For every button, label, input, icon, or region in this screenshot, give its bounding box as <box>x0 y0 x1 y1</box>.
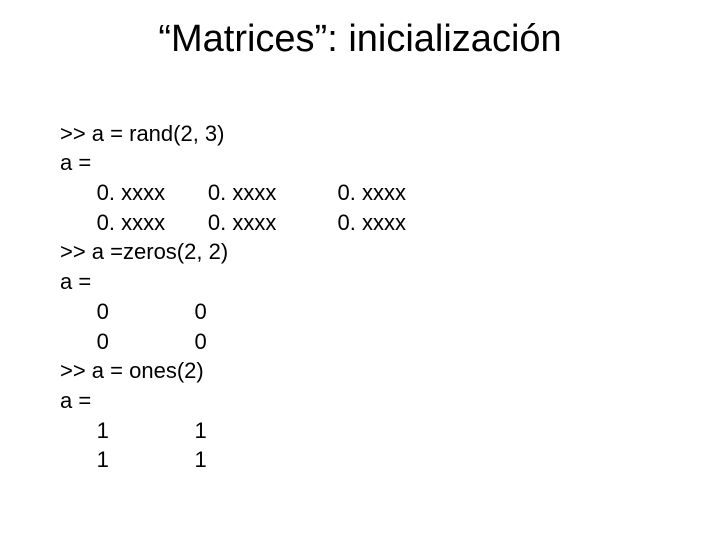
code-line: a = <box>60 388 91 413</box>
code-line: 0 0 <box>60 299 207 324</box>
code-line: >> a = rand(2, 3) <box>60 121 225 146</box>
code-line: 0. xxxx 0. xxxx 0. xxxx <box>60 180 406 205</box>
slide: “Matrices”: inicialización >> a = rand(2… <box>0 0 720 540</box>
code-line: >> a = ones(2) <box>60 358 204 383</box>
code-line: >> a =zeros(2, 2) <box>60 239 228 264</box>
code-line: 1 1 <box>60 447 207 472</box>
code-line: 0. xxxx 0. xxxx 0. xxxx <box>60 210 406 235</box>
code-line: a = <box>60 269 91 294</box>
code-line: 1 1 <box>60 418 207 443</box>
code-block: >> a = rand(2, 3) a = 0. xxxx 0. xxxx 0.… <box>60 89 660 475</box>
code-line: 0 0 <box>60 329 207 354</box>
slide-title: “Matrices”: inicialización <box>60 18 660 61</box>
code-line: a = <box>60 150 91 175</box>
